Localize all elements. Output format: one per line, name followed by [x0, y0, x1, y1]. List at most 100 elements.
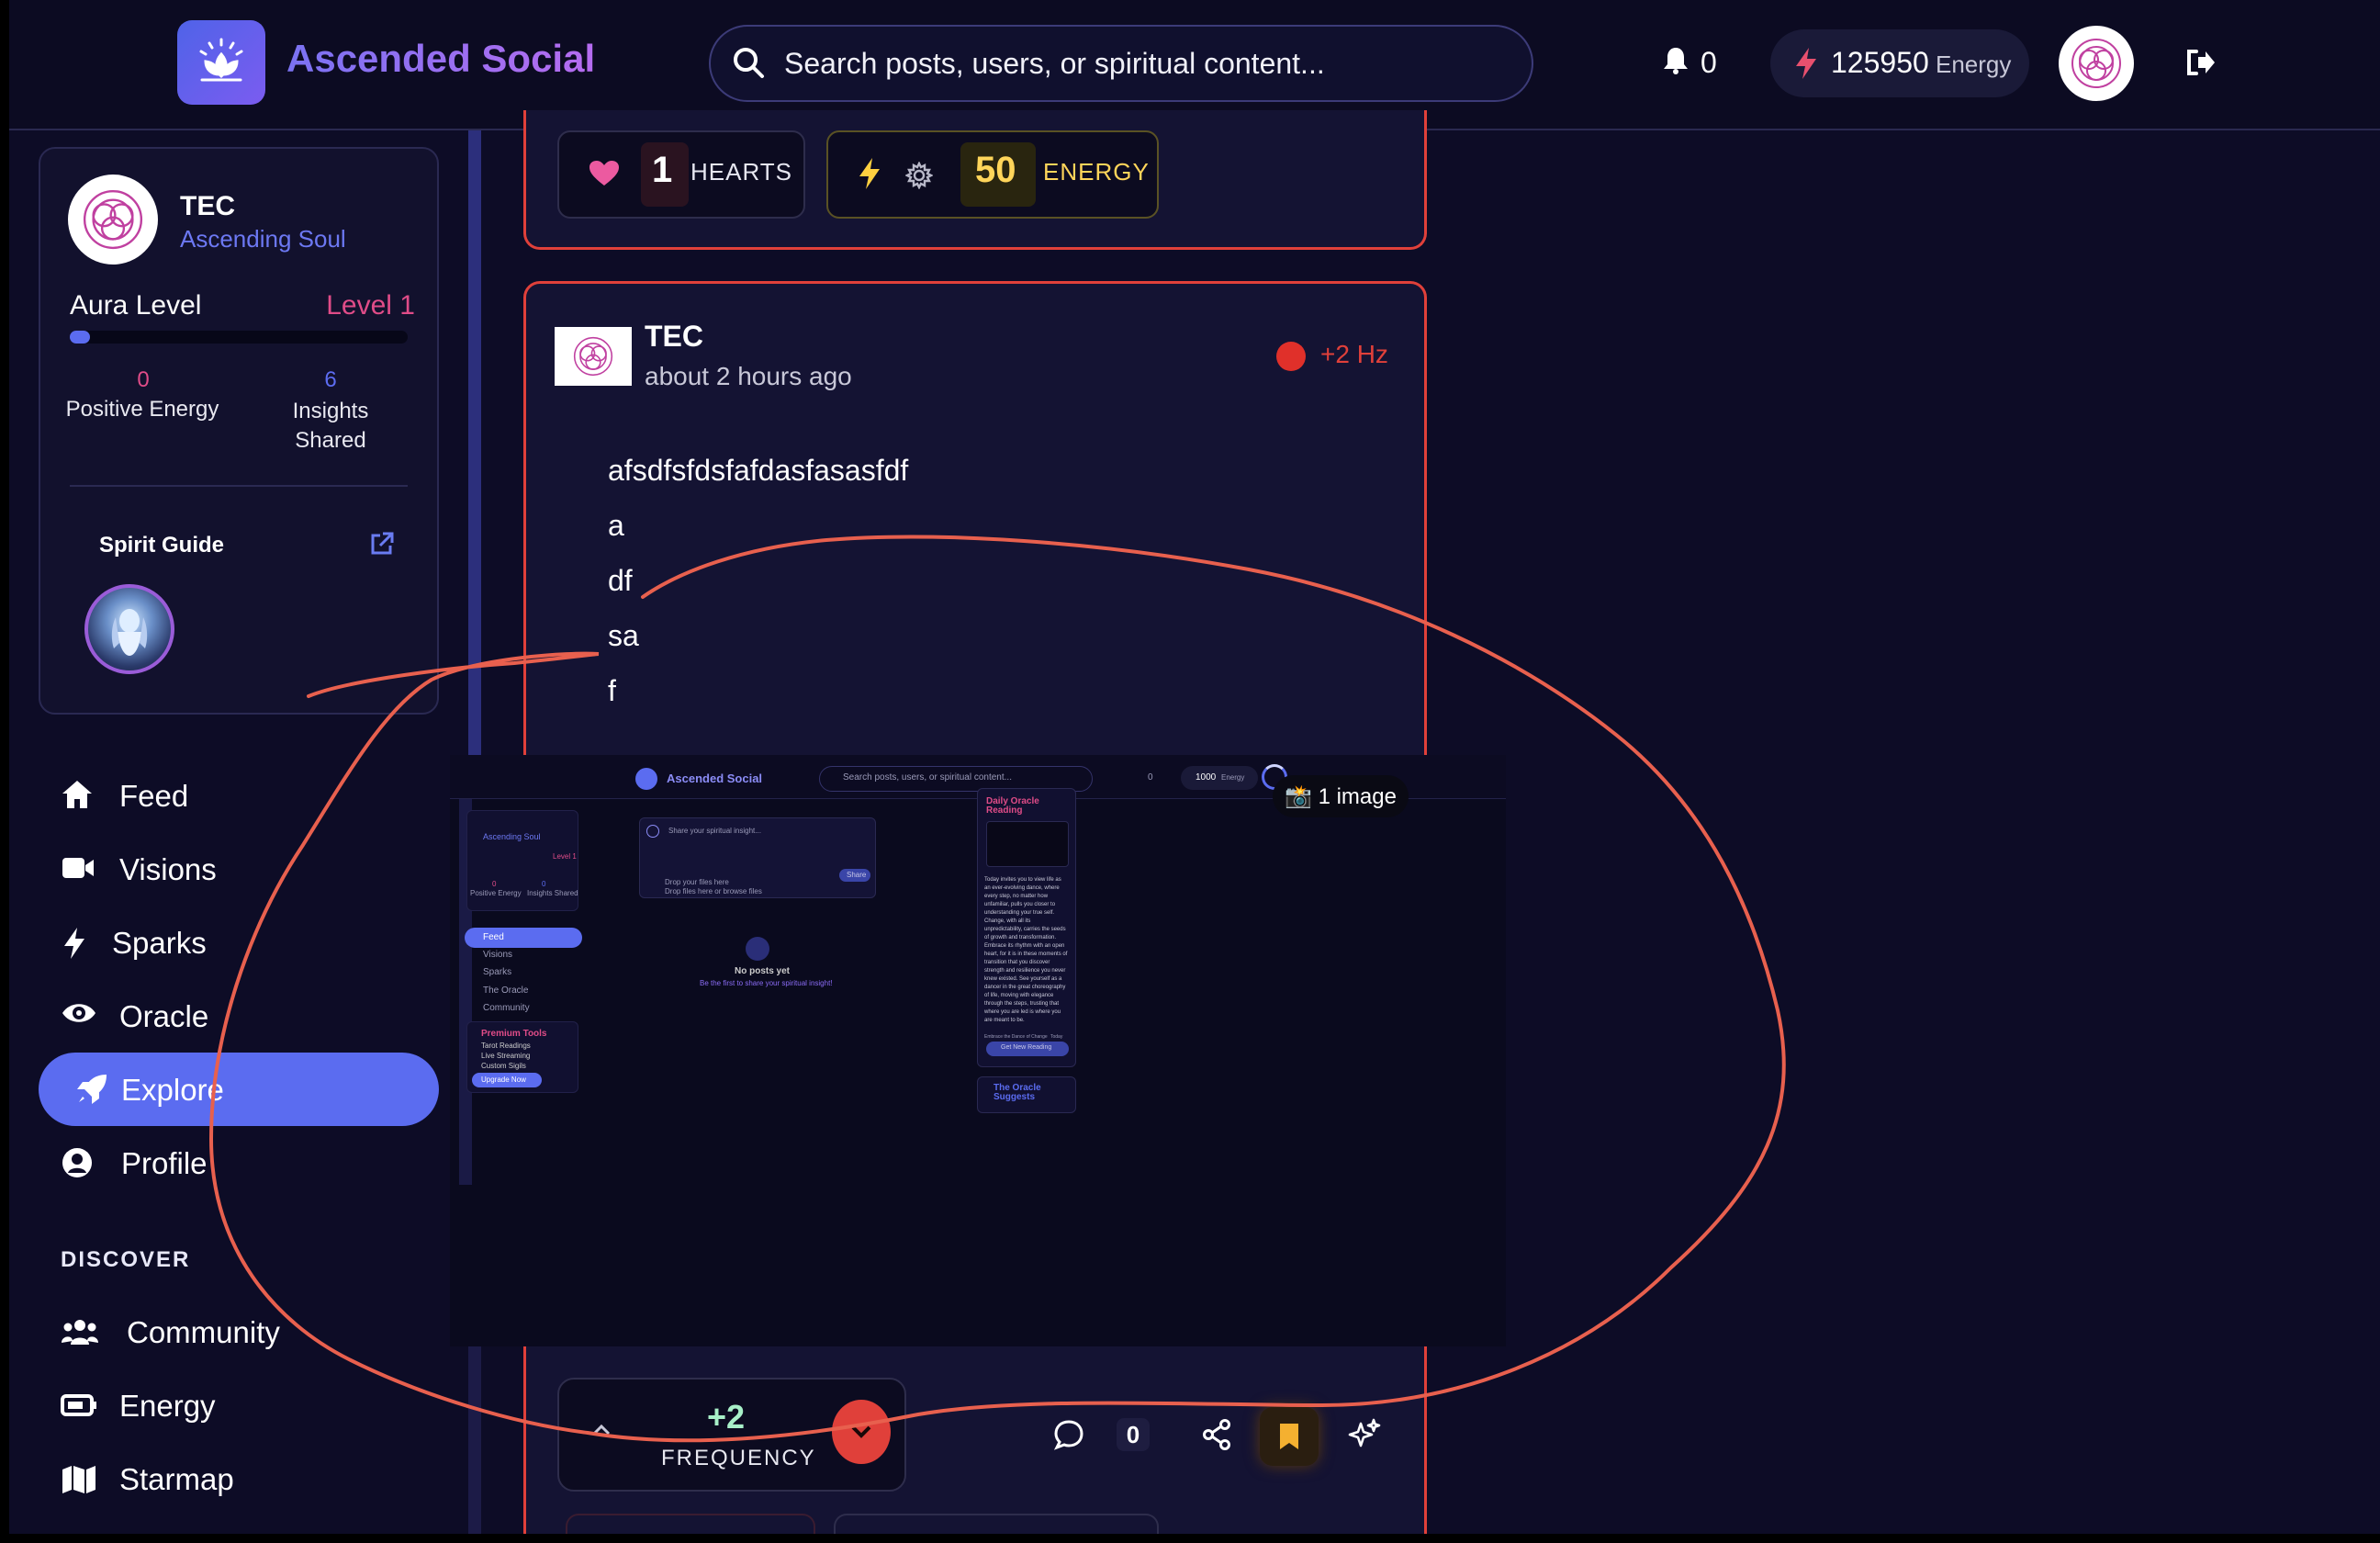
frequency-down-button[interactable]: [832, 1400, 891, 1464]
positive-energy-value: 0: [137, 367, 150, 392]
embedded-nav-item: The Oracle: [483, 985, 529, 996]
search-bar[interactable]: [709, 25, 1533, 102]
bolt-icon: [61, 926, 88, 965]
nav-label: Energy: [119, 1389, 216, 1423]
nav-oracle[interactable]: Oracle: [39, 979, 439, 1053]
bell-icon[interactable]: [1662, 46, 1690, 80]
embedded-app-title: Ascended Social: [667, 772, 763, 785]
lotus-logo-icon[interactable]: [177, 20, 265, 105]
bolt-icon: [856, 156, 883, 196]
embedded-premium-item: Custom Sigils: [481, 1062, 526, 1070]
embedded-oracle-title: Daily Oracle Reading: [986, 796, 1039, 816]
nav-community[interactable]: Community: [39, 1295, 439, 1368]
aura-progress-fill: [70, 331, 90, 344]
post-timestamp: about 2 hours ago: [645, 362, 852, 390]
discover-heading: DISCOVER: [61, 1247, 191, 1272]
bolt-icon: [1792, 46, 1820, 85]
embedded-nav-item: Sparks: [483, 967, 512, 977]
gear-icon[interactable]: [904, 161, 934, 194]
insights-shared-label: Insights Shared: [292, 399, 369, 453]
embedded-composer-avatar: [646, 825, 659, 838]
embedded-premium-title: Premium Tools: [481, 1029, 547, 1039]
nav-profile[interactable]: Profile: [39, 1126, 439, 1199]
nav-visions[interactable]: Visions: [39, 832, 439, 906]
eye-icon: [61, 999, 97, 1031]
nav-feed[interactable]: Feed: [39, 759, 439, 832]
nav-label: Starmap: [119, 1462, 234, 1496]
next-reaction-edge: [566, 1514, 815, 1534]
logout-icon[interactable]: [2185, 48, 2217, 82]
bookmark-button[interactable]: [1260, 1407, 1319, 1466]
share-icon[interactable]: [1201, 1418, 1232, 1456]
nav-sparks[interactable]: Sparks: [39, 906, 439, 979]
post-body-line: df: [608, 564, 633, 597]
nav-label: Feed: [119, 779, 189, 813]
embedded-pe: Positive Energy: [470, 889, 522, 897]
rocket-icon: [75, 1073, 108, 1110]
post-author-name[interactable]: TEC: [645, 320, 703, 354]
nav-label: Sparks: [112, 926, 207, 960]
external-link-icon[interactable]: [369, 531, 395, 561]
embedded-empty-title: No posts yet: [735, 966, 791, 976]
nav-starmap[interactable]: Starmap: [39, 1442, 439, 1515]
post-body-line: sa: [608, 619, 639, 652]
embedded-level: Level 1: [553, 852, 577, 861]
battery-icon: [61, 1392, 97, 1423]
spirit-guide-avatar[interactable]: [84, 584, 174, 674]
nav-explore[interactable]: Explore: [39, 1053, 439, 1126]
nav-label: Visions: [119, 852, 217, 886]
embedded-drop2: Drop files here or browse files: [665, 887, 762, 895]
frequency-dot-icon: [1276, 342, 1306, 371]
chevron-up-icon[interactable]: [591, 1422, 612, 1441]
embedded-premium-item: Live Streaming: [481, 1052, 531, 1060]
home-icon: [61, 779, 94, 815]
energy-balance-value: 125950: [1831, 46, 1929, 79]
embedded-empty-sub: Be the first to share your spiritual ins…: [700, 979, 833, 987]
nav-energy[interactable]: Energy: [39, 1368, 439, 1442]
post-author-avatar[interactable]: [555, 327, 632, 386]
embedded-feather-icon: [746, 937, 769, 961]
embedded-oracle-text: Today invites you to view life as an eve…: [984, 877, 1068, 1023]
app-window: Ascended Social 0 125950 Energy: [9, 0, 2380, 1534]
user-avatar[interactable]: [2059, 26, 2134, 101]
energy-balance-label: Energy: [1936, 51, 2012, 78]
embedded-oracle-button-label: Get New Reading: [1001, 1044, 1052, 1051]
embedded-upgrade-label: Upgrade Now: [481, 1076, 526, 1084]
embedded-composer-placeholder: Share your spiritual insight...: [668, 827, 761, 835]
notification-count: 0: [1701, 46, 1717, 79]
image-count-badge: 📸 1 image: [1273, 775, 1409, 817]
hearts-label: HEARTS: [690, 158, 792, 186]
insights-shared-value: 6: [324, 367, 337, 392]
nav-label: Profile: [121, 1146, 208, 1180]
profile-avatar[interactable]: [68, 175, 158, 265]
video-icon: [61, 852, 95, 886]
profile-name: TEC: [180, 191, 235, 221]
app-title[interactable]: Ascended Social: [286, 37, 595, 81]
embedded-is-val: 0: [542, 880, 546, 888]
positive-energy-label: Positive Energy: [65, 397, 219, 422]
aura-level-value: Level 1: [326, 290, 415, 321]
sparkle-icon[interactable]: [1348, 1418, 1381, 1456]
comment-icon[interactable]: [1052, 1418, 1085, 1456]
search-input[interactable]: [784, 27, 1510, 100]
user-circle-icon: [61, 1146, 94, 1184]
frequency-label: FREQUENCY: [661, 1446, 816, 1470]
post-image[interactable]: Ascended Social Search posts, users, or …: [450, 755, 1506, 1346]
embedded-is: Insights Shared: [527, 889, 578, 897]
chevron-down-icon: [851, 1425, 871, 1438]
search-icon: [731, 45, 768, 86]
embedded-logo-icon: [635, 768, 657, 790]
comment-count: 0: [1117, 1418, 1150, 1451]
embedded-role: Ascending Soul: [483, 832, 541, 841]
embedded-suggests: The Oracle Suggests: [994, 1083, 1041, 1102]
embedded-energy-label: Energy: [1221, 773, 1245, 782]
post-body-line: f: [608, 674, 616, 707]
next-reaction-edge: [834, 1514, 1159, 1534]
embedded-nav-item: Visions: [483, 950, 513, 960]
embedded-energy: 1000: [1196, 772, 1217, 783]
profile-role: Ascending Soul: [180, 225, 346, 253]
embedded-oracle-moon-icon: [986, 821, 1069, 867]
aura-progress-track: [70, 331, 408, 344]
map-icon: [61, 1464, 97, 1498]
embedded-drop1: Drop your files here: [665, 878, 729, 886]
